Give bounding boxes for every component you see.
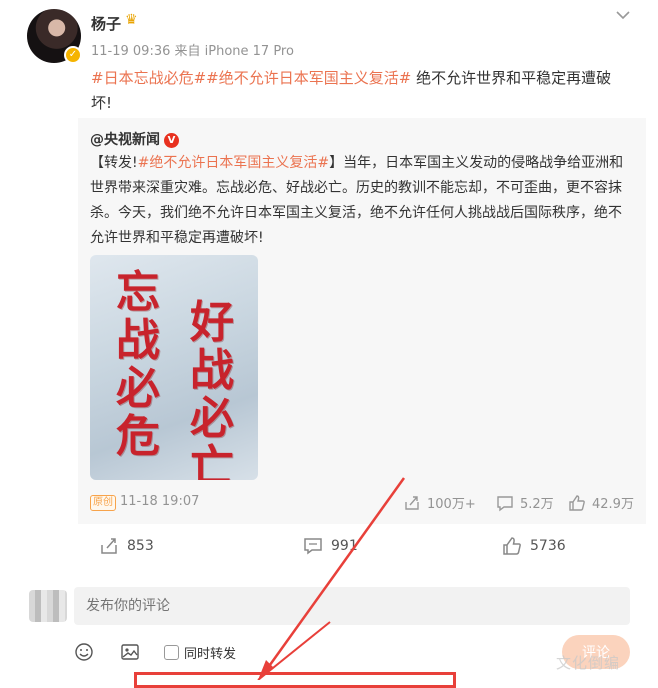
like-button[interactable]: 5736 [502, 536, 566, 556]
comment-icon [497, 495, 513, 511]
hashtag-link[interactable]: #绝不允许日本军国主义复活# [206, 69, 411, 87]
image-icon[interactable] [120, 642, 140, 662]
username[interactable]: 杨子 [91, 13, 121, 34]
repost-footer: 原创 11-18 19:07 100万+ 5.2万 42.9万 [78, 493, 646, 517]
comment-button[interactable]: 991 [303, 536, 358, 556]
post-actions: 853 991 5736 [0, 532, 658, 562]
like-icon [569, 494, 585, 511]
repost-share-stat[interactable]: 100万+ [403, 493, 476, 512]
repost-checkbox[interactable] [164, 644, 179, 660]
repost-author-name[interactable]: @央视新闻 [90, 132, 160, 148]
verified-org-icon: V [164, 132, 179, 148]
comment-user-avatar [29, 590, 67, 622]
post-meta: 11-19 09:36 来自 iPhone 17 Pro [91, 44, 294, 59]
repost-comment-stat[interactable]: 5.2万 [496, 493, 554, 512]
emoji-icon[interactable] [74, 642, 94, 662]
repost-checkbox-label: 同时转发 [184, 646, 237, 662]
repost-text: 【转发!#绝不允许日本军国主义复活#】当年，日本军国主义发动的侵略战争给亚洲和世… [90, 151, 630, 251]
share-icon [101, 538, 117, 554]
chevron-down-icon[interactable] [614, 8, 632, 22]
crown-icon: ♛ [125, 12, 138, 28]
share-icon [405, 495, 419, 510]
verified-icon: ✓ [64, 46, 82, 64]
repost-like-count: 42.9万 [592, 497, 634, 512]
highlight-box [134, 672, 456, 688]
original-badge: 原创 [90, 495, 116, 511]
repost-prefix: 【转发! [90, 155, 138, 171]
repost-comment-count: 5.2万 [520, 497, 554, 512]
watermark: 文化倒编 [556, 654, 621, 672]
poster-text-left: 忘战必危 [116, 267, 160, 462]
hashtag-link[interactable]: #绝不允许日本军国主义复活# [138, 155, 329, 171]
reposted-content[interactable]: @央视新闻 V 【转发!#绝不允许日本军国主义复活#】当年，日本军国主义发动的侵略… [78, 118, 646, 524]
comment-icon [304, 538, 322, 555]
repost-like-stat[interactable]: 42.9万 [568, 493, 634, 512]
poster-text-right: 好战必亡 [190, 297, 234, 481]
comment-input[interactable] [74, 587, 630, 625]
hashtag-link[interactable]: #日本忘战必危# [91, 69, 206, 87]
repost-share-count: 100万+ [427, 497, 476, 512]
like-count: 5736 [530, 538, 566, 554]
post-text: #日本忘战必危##绝不允许日本军国主义复活# 绝不允许世界和平稳定再遭破坏! [91, 66, 631, 116]
share-count: 853 [127, 538, 154, 554]
share-button[interactable]: 853 [99, 536, 154, 556]
comment-tools: 同时转发 [74, 641, 236, 663]
comment-count: 991 [331, 538, 358, 554]
weibo-post: ✓ 杨子 ♛ 11-19 09:36 来自 iPhone 17 Pro #日本忘… [0, 0, 658, 688]
like-icon [503, 537, 521, 555]
poster-image[interactable]: 忘战必危 好战必亡 [90, 255, 258, 480]
repost-author[interactable]: @央视新闻 V [90, 129, 179, 149]
repost-date: 11-18 19:07 [120, 494, 200, 509]
